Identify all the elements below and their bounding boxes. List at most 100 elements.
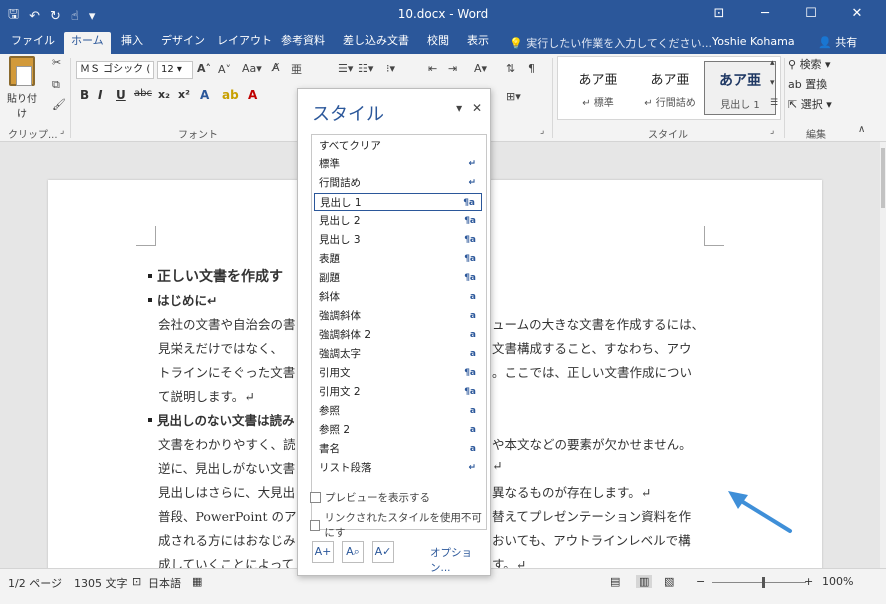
- underline-icon[interactable]: U: [116, 88, 126, 102]
- doc-paragraph-line[interactable]: 見栄えだけではなく、 文書構成すること、すなわち、アウ: [158, 338, 692, 357]
- style-item-quote-2[interactable]: 引用文 2 ¶a: [314, 383, 482, 401]
- bold-icon[interactable]: B: [80, 88, 89, 102]
- doc-heading[interactable]: 見出しのない文書は読み: [148, 410, 295, 429]
- doc-heading[interactable]: はじめに↵: [148, 290, 217, 309]
- checkbox-box[interactable]: [310, 519, 321, 531]
- style-gallery-heading1[interactable]: あア亜 見出し 1: [704, 61, 776, 115]
- format-painter-icon[interactable]: 🖌: [52, 98, 66, 111]
- show-preview-checkbox[interactable]: プレビューを表示する: [310, 490, 430, 505]
- style-item-heading3[interactable]: 見出し 3 ¶a: [314, 231, 482, 249]
- cut-icon[interactable]: ✂: [52, 56, 61, 69]
- ribbon-display-icon[interactable]: ⊡: [696, 3, 742, 25]
- tab-file[interactable]: ファイル: [4, 32, 62, 54]
- style-item-heading1[interactable]: 見出し 1 ¶a: [314, 193, 482, 211]
- style-item-intense-emphasis-2[interactable]: 強調斜体 2a: [314, 326, 482, 344]
- doc-paragraph-line[interactable]: 逆に、見出しがない文書 ↵: [158, 458, 502, 477]
- tab-insert[interactable]: 挿入: [114, 32, 150, 54]
- style-item-normal[interactable]: 標準 ↵: [314, 155, 482, 173]
- doc-paragraph-line[interactable]: て説明します。↵: [158, 386, 255, 405]
- paste-button[interactable]: 貼り付け: [6, 56, 38, 120]
- tab-view[interactable]: 表示: [460, 32, 496, 54]
- increase-indent-icon[interactable]: ⇥: [448, 62, 457, 75]
- doc-paragraph-line[interactable]: 普段、PowerPoint のア 替えてプレゼンテーション資料を作: [158, 506, 691, 525]
- style-item-intense-emphasis[interactable]: 強調斜体 a: [314, 307, 482, 325]
- zoom-slider-thumb[interactable]: [762, 577, 765, 588]
- text-effects-icon[interactable]: A: [200, 88, 209, 102]
- collapse-ribbon-icon[interactable]: ∧: [858, 124, 865, 135]
- tab-references[interactable]: 参考資料: [274, 32, 332, 54]
- gallery-down-icon[interactable]: ▾: [770, 78, 775, 88]
- font-color-icon[interactable]: A: [248, 88, 257, 102]
- clipboard-launcher-icon[interactable]: ⌟: [60, 126, 64, 136]
- doc-paragraph-line[interactable]: 見出しはさらに、大見出 異なるものが存在します。↵: [158, 482, 651, 501]
- subscript-icon[interactable]: x₂: [158, 88, 170, 101]
- web-layout-icon[interactable]: ▧: [664, 575, 674, 588]
- change-case-icon[interactable]: Aa▾: [242, 62, 262, 75]
- manage-styles-button[interactable]: A✓: [372, 541, 394, 563]
- phonetic-guide-icon[interactable]: 亜: [291, 61, 302, 77]
- tab-review[interactable]: 校閲: [420, 32, 456, 54]
- style-item-no-spacing[interactable]: 行間詰め ↵: [314, 174, 482, 192]
- gallery-more-icon[interactable]: ☰: [770, 98, 778, 108]
- zoom-level[interactable]: 100%: [822, 575, 853, 588]
- font-size-select[interactable]: 12 ▾: [157, 61, 193, 79]
- zoom-in-icon[interactable]: +: [804, 575, 813, 588]
- checkbox-box[interactable]: [310, 492, 321, 503]
- vertical-scrollbar[interactable]: [880, 142, 886, 568]
- print-layout-icon[interactable]: ▥: [636, 575, 653, 588]
- tell-me-box[interactable]: 💡 実行したい作業を入力してください...: [509, 35, 712, 51]
- style-inspector-button[interactable]: A⌕: [342, 541, 364, 563]
- asian-layout-icon[interactable]: A▾: [474, 62, 487, 75]
- gallery-up-icon[interactable]: ▴: [770, 58, 775, 68]
- style-gallery-normal[interactable]: あア亜 ↵ 標準: [562, 61, 634, 115]
- read-mode-icon[interactable]: ▤: [610, 575, 620, 588]
- style-item-reference[interactable]: 参照 a: [314, 402, 482, 420]
- shrink-font-icon[interactable]: A˅: [218, 63, 231, 76]
- doc-paragraph-line[interactable]: 成される方にはおなじみ おいても、アウトラインレベルで構: [158, 530, 691, 549]
- styles-launcher-icon[interactable]: ⌟: [770, 126, 774, 136]
- bullets-icon[interactable]: ☰▾: [338, 62, 353, 75]
- italic-icon[interactable]: I: [98, 88, 102, 102]
- style-item-subtitle[interactable]: 副題 ¶a: [314, 269, 482, 287]
- superscript-icon[interactable]: x²: [178, 88, 190, 101]
- new-style-button[interactable]: A+: [312, 541, 334, 563]
- close-icon[interactable]: ✕: [834, 3, 880, 25]
- tab-layout[interactable]: レイアウト: [210, 32, 279, 54]
- style-item-reference-2[interactable]: 参照 2a: [314, 421, 482, 439]
- style-item-book-title[interactable]: 書名 a: [314, 440, 482, 458]
- style-gallery-no-spacing[interactable]: あア亜 ↵ 行間詰め: [634, 61, 706, 115]
- replace-button[interactable]: ab 置換: [788, 76, 827, 92]
- tab-design[interactable]: デザイン: [154, 32, 212, 54]
- grow-font-icon[interactable]: A˄: [197, 62, 211, 75]
- paragraph-launcher-icon[interactable]: ⌟: [540, 126, 544, 136]
- doc-title-heading[interactable]: 正しい文書を作成す: [148, 266, 283, 286]
- strikethrough-icon[interactable]: abc: [134, 88, 152, 99]
- minimize-icon[interactable]: ─: [742, 3, 788, 25]
- user-name[interactable]: Yoshie Kohama: [712, 35, 795, 48]
- style-item-title[interactable]: 表題 ¶a: [314, 250, 482, 268]
- font-name-select[interactable]: ＭＳ ゴシック (: [76, 61, 154, 79]
- zoom-out-icon[interactable]: −: [696, 575, 705, 588]
- doc-paragraph-line[interactable]: トラインにそぐった文書 。ここでは、正しい文書作成につい: [158, 362, 692, 381]
- highlight-icon[interactable]: ab: [222, 88, 239, 102]
- show-marks-icon[interactable]: ¶: [528, 62, 535, 75]
- doc-paragraph-line[interactable]: 会社の文書や自治会の書 ュームの大きな文書を作成するには、: [158, 314, 704, 333]
- style-item-quote[interactable]: 引用文 ¶a: [314, 364, 482, 382]
- style-item-list-paragraph[interactable]: リスト段落 ↵: [314, 459, 482, 477]
- disable-linked-styles-checkbox[interactable]: リンクされたスタイルを使用不可にす: [310, 510, 490, 540]
- tab-mailings[interactable]: 差し込み文書: [336, 32, 416, 54]
- style-item-heading2[interactable]: 見出し 2 ¶a: [314, 212, 482, 230]
- sort-icon[interactable]: ⇅: [506, 62, 515, 75]
- doc-paragraph-line[interactable]: 文書をわかりやすく、読 や本文などの要素が欠かせません。: [158, 434, 692, 453]
- clear-format-icon[interactable]: A̸: [272, 61, 280, 74]
- close-icon[interactable]: ✕: [472, 101, 482, 115]
- select-button[interactable]: ⇱ 選択 ▾: [788, 96, 832, 112]
- word-count[interactable]: 1305 文字: [74, 575, 128, 591]
- language[interactable]: 日本語: [148, 575, 181, 591]
- page-count[interactable]: 1/2 ページ: [8, 575, 62, 591]
- tab-home[interactable]: ホーム: [64, 32, 111, 54]
- styles-options-link[interactable]: オプション...: [430, 545, 490, 575]
- numbering-icon[interactable]: ☷▾: [358, 62, 373, 75]
- style-item-emphasis[interactable]: 斜体 a: [314, 288, 482, 306]
- zoom-slider[interactable]: [712, 582, 806, 583]
